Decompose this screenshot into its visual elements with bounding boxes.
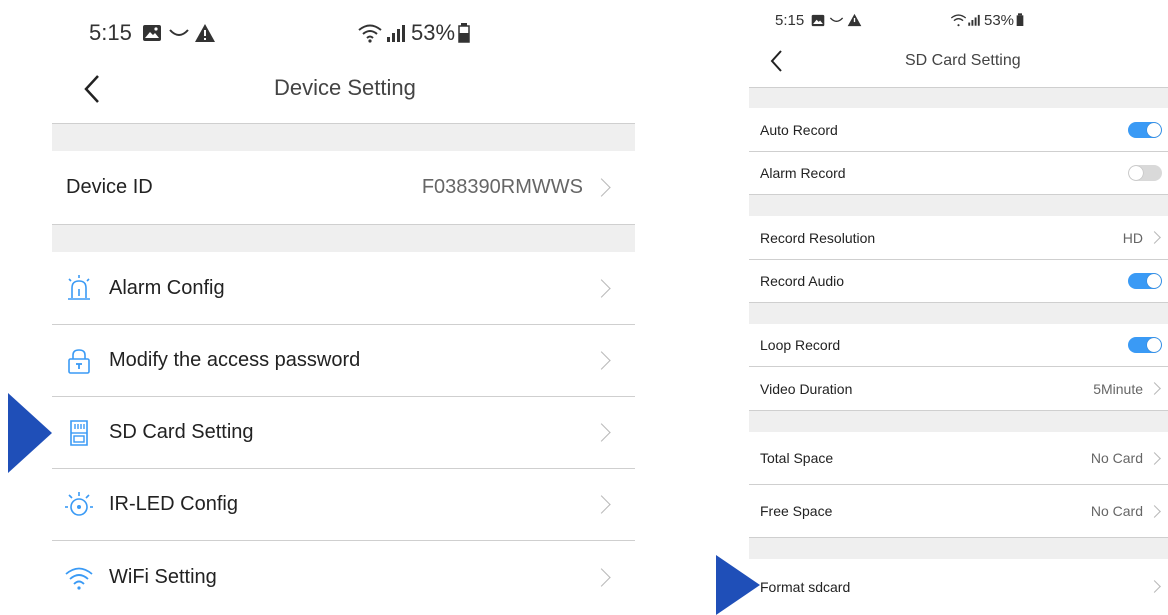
signal-curve-icon [169, 29, 189, 36]
pointer-arrow-format-sdcard [716, 555, 760, 615]
alarm-record-row: Alarm Record [749, 152, 1168, 194]
section-spacer [749, 303, 1168, 324]
free-space-value: No Card [1090, 503, 1143, 519]
video-duration-row[interactable]: Video Duration 5Minute [749, 367, 1168, 410]
video-duration-value: 5Minute [1093, 380, 1143, 397]
menu-item-label: WiFi Setting [109, 566, 217, 588]
wifi-status-icon [358, 24, 382, 43]
status-bar-left: 5:15 [89, 18, 216, 48]
cell-signal-icon [387, 25, 405, 42]
record-audio-toggle[interactable] [1128, 273, 1162, 289]
wifi-icon [65, 567, 93, 590]
warning-icon [847, 13, 862, 27]
section-spacer [749, 538, 1168, 559]
status-bar-right: 53% [357, 18, 470, 48]
menu-item-label: SD Card Setting [109, 421, 254, 443]
loop-record-label: Loop Record [760, 337, 841, 353]
menu-item-label: Modify the access password [109, 349, 361, 371]
page-title: SD Card Setting [905, 52, 1021, 69]
free-space-row[interactable]: Free Space No Card [749, 485, 1168, 537]
chevron-right-icon [1148, 231, 1161, 244]
sd-card-icon [70, 419, 88, 446]
chevron-right-icon [1148, 580, 1161, 593]
back-arrow-icon [770, 50, 782, 72]
sd-card-setting-screen: 5:15 53% SD Card Setting Auto Record Ala… [749, 0, 1168, 614]
status-time: 5:15 [775, 11, 805, 29]
auto-record-label: Auto Record [760, 121, 838, 138]
total-space-value: No Card [1090, 450, 1143, 466]
record-resolution-row[interactable]: Record Resolution HD [749, 216, 1168, 259]
chevron-right-icon [592, 278, 611, 298]
chevron-right-icon [1148, 382, 1161, 395]
gallery-icon [811, 14, 825, 26]
loop-record-row: Loop Record [749, 324, 1168, 366]
auto-record-row: Auto Record [749, 108, 1168, 151]
chevron-right-icon [1148, 504, 1161, 518]
menu-item-wifi-setting[interactable]: WiFi Setting [52, 541, 635, 614]
total-space-row[interactable]: Total Space No Card [749, 432, 1168, 484]
chevron-right-icon [592, 568, 611, 587]
back-arrow-icon [84, 75, 99, 103]
status-battery-percent: 53% [984, 11, 1015, 29]
section-spacer [749, 411, 1168, 432]
section-spacer [749, 88, 1168, 108]
device-id-label: Device ID [66, 176, 153, 198]
video-duration-label: Video Duration [760, 380, 853, 397]
menu-item-label: Alarm Config [109, 276, 225, 299]
ir-led-icon [65, 491, 93, 516]
total-space-label: Total Space [760, 450, 834, 466]
pointer-arrow-sd-card [8, 393, 52, 473]
battery-icon [1016, 13, 1024, 26]
menu-item-modify-password[interactable]: Modify the access password [52, 325, 635, 396]
chevron-right-icon [592, 178, 611, 197]
section-spacer [52, 124, 635, 151]
chevron-right-icon [592, 495, 611, 514]
format-sdcard-row[interactable]: Format sdcard [749, 559, 1168, 614]
free-space-label: Free Space [760, 503, 833, 519]
device-id-value: F038390RMWWS [421, 176, 583, 198]
gallery-icon [142, 25, 161, 41]
chevron-right-icon [592, 423, 611, 442]
status-bar-left: 5:15 [775, 9, 862, 31]
back-button[interactable] [767, 48, 787, 74]
alarm-light-icon [68, 275, 90, 300]
status-bar-right: 53% [950, 9, 1024, 31]
battery-icon [458, 23, 470, 43]
lock-icon [68, 348, 90, 374]
record-resolution-value: HD [1122, 229, 1143, 246]
page-title: Device Setting [274, 75, 416, 100]
auto-record-toggle[interactable] [1128, 122, 1162, 138]
menu-item-label: IR-LED Config [109, 493, 238, 515]
status-time: 5:15 [89, 20, 132, 45]
signal-curve-icon [830, 17, 844, 23]
chevron-right-icon [592, 351, 611, 370]
device-id-row[interactable]: Device ID F038390RMWWS [52, 151, 635, 224]
warning-icon [194, 24, 215, 42]
wifi-status-icon [950, 14, 967, 27]
menu-item-sd-card-setting[interactable]: SD Card Setting [52, 397, 635, 468]
back-button[interactable] [78, 72, 108, 106]
section-spacer [749, 195, 1168, 216]
record-audio-label: Record Audio [760, 273, 845, 289]
chevron-right-icon [1148, 451, 1161, 465]
alarm-record-label: Alarm Record [760, 165, 846, 181]
cell-signal-icon [968, 14, 980, 26]
menu-item-alarm-config[interactable]: Alarm Config [52, 252, 635, 324]
format-sdcard-label: Format sdcard [760, 578, 851, 595]
menu-item-ir-led-config[interactable]: IR-LED Config [52, 469, 635, 540]
section-spacer [52, 225, 635, 252]
alarm-record-toggle[interactable] [1128, 165, 1162, 181]
record-audio-row: Record Audio [749, 260, 1168, 302]
device-setting-screen: 5:15 53% Device Setting Device ID F03839… [52, 0, 635, 614]
loop-record-toggle[interactable] [1128, 337, 1162, 353]
record-resolution-label: Record Resolution [760, 229, 876, 246]
status-battery-percent: 53% [411, 20, 456, 45]
